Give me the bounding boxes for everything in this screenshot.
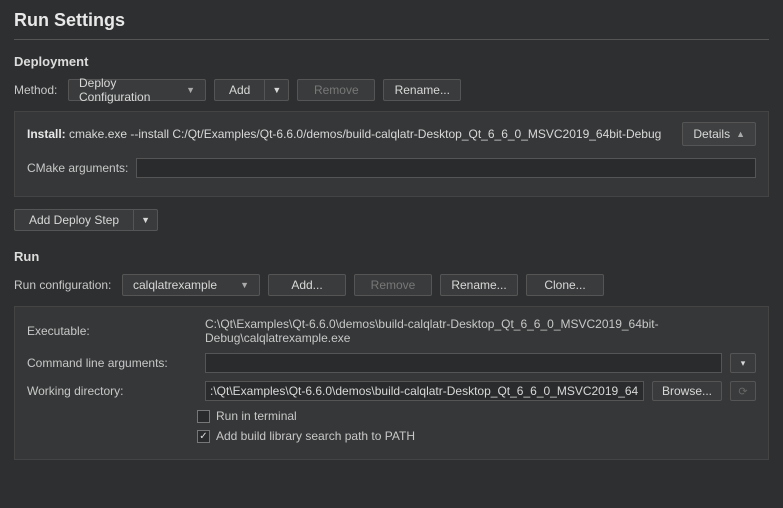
run-details-panel: Executable: C:\Qt\Examples\Qt-6.6.0\demo… bbox=[14, 306, 769, 460]
details-toggle-button[interactable]: Details ▲ bbox=[682, 122, 756, 146]
run-in-terminal-label: Run in terminal bbox=[216, 409, 297, 423]
method-combo-value: Deploy Configuration bbox=[79, 76, 176, 104]
browse-button[interactable]: Browse... bbox=[652, 381, 722, 401]
executable-value: C:\Qt\Examples\Qt-6.6.0\demos\build-calq… bbox=[205, 317, 756, 345]
run-config-combo[interactable]: calqlatrexample ▼ bbox=[122, 274, 260, 296]
add-path-checkbox[interactable]: ✓ bbox=[197, 430, 210, 443]
method-combo[interactable]: Deploy Configuration ▼ bbox=[68, 79, 206, 101]
cmake-args-label: CMake arguments: bbox=[27, 161, 128, 175]
workdir-label: Working directory: bbox=[27, 384, 197, 398]
workdir-input[interactable] bbox=[205, 381, 644, 401]
divider bbox=[14, 39, 769, 40]
run-in-terminal-checkbox[interactable] bbox=[197, 410, 210, 423]
install-step-panel: Install: cmake.exe --install C:/Qt/Examp… bbox=[14, 111, 769, 197]
executable-label: Executable: bbox=[27, 324, 197, 338]
add-path-label: Add build library search path to PATH bbox=[216, 429, 415, 443]
cmdline-input[interactable] bbox=[205, 353, 722, 373]
add-button-label: Add bbox=[215, 80, 265, 100]
remove-deploy-config-button[interactable]: Remove bbox=[297, 79, 375, 101]
remove-run-config-button[interactable]: Remove bbox=[354, 274, 432, 296]
chevron-down-icon: ▼ bbox=[265, 85, 288, 95]
run-config-value: calqlatrexample bbox=[133, 278, 217, 292]
page-title: Run Settings bbox=[14, 10, 769, 31]
chevron-down-icon: ▾ bbox=[741, 358, 746, 369]
details-label: Details bbox=[693, 127, 730, 141]
method-label: Method: bbox=[14, 83, 60, 97]
cmake-args-input[interactable] bbox=[136, 158, 756, 178]
add-deploy-step-label: Add Deploy Step bbox=[15, 210, 134, 230]
add-run-config-button[interactable]: Add... bbox=[268, 274, 346, 296]
reset-icon: ⟳ bbox=[738, 385, 747, 398]
add-deploy-step-button[interactable]: Add Deploy Step ▼ bbox=[14, 209, 158, 231]
add-deploy-config-button[interactable]: Add ▼ bbox=[214, 79, 289, 101]
cmdline-expand-button[interactable]: ▾ bbox=[730, 353, 756, 373]
install-step-title: Install: cmake.exe --install C:/Qt/Examp… bbox=[27, 127, 661, 141]
cmdline-label: Command line arguments: bbox=[27, 356, 197, 370]
run-config-label: Run configuration: bbox=[14, 278, 114, 292]
chevron-down-icon: ▼ bbox=[240, 280, 249, 290]
chevron-down-icon: ▼ bbox=[186, 85, 195, 95]
run-heading: Run bbox=[14, 249, 769, 264]
clone-run-config-button[interactable]: Clone... bbox=[526, 274, 604, 296]
rename-run-config-button[interactable]: Rename... bbox=[440, 274, 518, 296]
reset-workdir-button[interactable]: ⟳ bbox=[730, 381, 756, 401]
rename-deploy-config-button[interactable]: Rename... bbox=[383, 79, 461, 101]
chevron-up-icon: ▲ bbox=[736, 129, 745, 139]
deployment-heading: Deployment bbox=[14, 54, 769, 69]
chevron-down-icon: ▼ bbox=[134, 215, 157, 225]
